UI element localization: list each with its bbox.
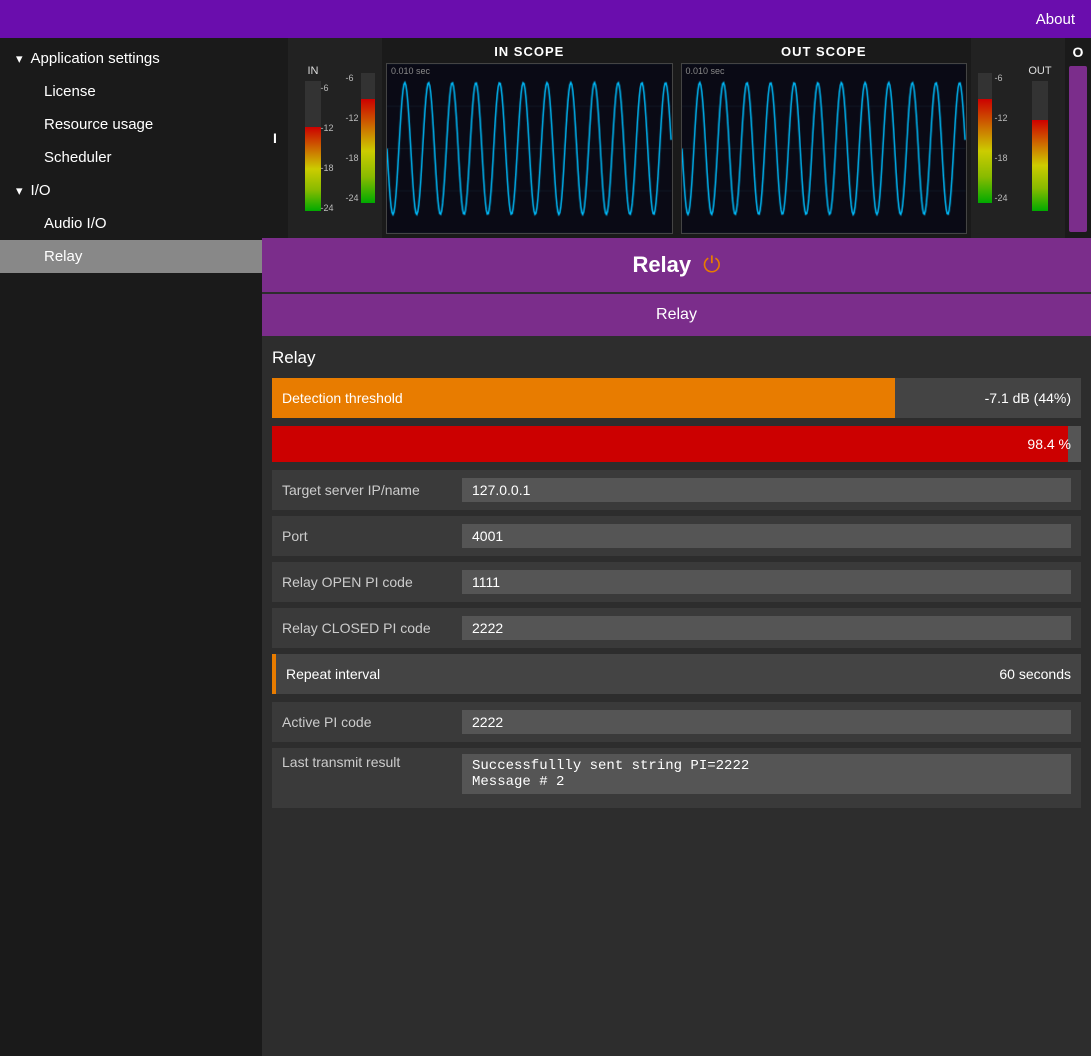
target-server-label: Target server IP/name [282,482,462,498]
out-scope-canvas [682,64,967,233]
detection-threshold-row[interactable]: Detection threshold -7.1 dB (44%) [272,378,1081,418]
sidebar-item-resource-usage[interactable]: Resource usage [0,108,262,141]
relay-closed-pi-value[interactable]: 2222 [462,616,1071,640]
relay-open-pi-value[interactable]: 1111 [462,570,1071,594]
content-area: I IN -6-12-18-24 -6-12-18-24 [262,38,1091,1056]
target-server-row: Target server IP/name 127.0.0.1 [272,470,1081,510]
last-transmit-label: Last transmit result [282,754,462,770]
relay-sub-title: Relay [656,306,697,324]
out-label-section: O [1065,38,1091,238]
in-scope-label: IN SCOPE [386,44,673,59]
sidebar-item-scheduler[interactable]: Scheduler [0,141,262,174]
out-scope-time: 0.010 sec [686,66,725,76]
relay-title: Relay [632,252,691,278]
out-scope-label: OUT SCOPE [681,44,968,59]
power-icon[interactable]: ⏻ [703,252,720,278]
repeat-value: 60 seconds [999,666,1081,682]
chevron-down-icon: ▾ [16,51,23,67]
relay-open-pi-label: Relay OPEN PI code [282,574,462,590]
relay-header: Relay ⏻ [262,238,1091,292]
in-scope-section: IN SCOPE 0.010 sec [382,38,677,238]
in-scope-time: 0.010 sec [391,66,430,76]
level-bar-row: 98.4 % [272,426,1081,462]
out-label: O [1073,44,1084,60]
out-scope-canvas-wrapper: 0.010 sec [681,63,968,234]
repeat-interval-row[interactable]: Repeat interval 60 seconds [272,654,1081,694]
active-pi-value[interactable]: 2222 [462,710,1071,734]
threshold-value: -7.1 dB (44%) [985,390,1081,406]
sidebar-item-io[interactable]: ▾ I/O [0,174,262,207]
port-value[interactable]: 4001 [462,524,1071,548]
port-label: Port [282,528,462,544]
relay-open-pi-row: Relay OPEN PI code 1111 [272,562,1081,602]
repeat-label: Repeat interval [272,666,999,682]
in-channel-label: IN [308,65,319,77]
port-row: Port 4001 [272,516,1081,556]
sidebar-item-relay[interactable]: Relay [0,240,262,273]
last-transmit-value: Successfullly sent string PI=2222 Messag… [462,754,1071,794]
in-label: I [262,38,288,238]
threshold-label: Detection threshold [272,390,985,406]
in-vu-scale: -6-12-18-24 [338,38,382,238]
last-transmit-row: Last transmit result Successfullly sent … [272,748,1081,808]
sidebar-item-label: Scheduler [44,149,112,166]
sidebar-item-license[interactable]: License [0,75,262,108]
out-vu-meter: OUT [1015,38,1065,238]
target-server-value[interactable]: 127.0.0.1 [462,478,1071,502]
relay-sub-header: Relay [262,294,1091,336]
sidebar-item-audio-io[interactable]: Audio I/O [0,207,262,240]
out-scope-section: OUT SCOPE 0.010 sec [677,38,972,238]
sidebar-item-application-settings[interactable]: ▾ Application settings [0,42,262,75]
relay-section: Relay Detection threshold -7.1 dB (44%) … [262,336,1091,1056]
relay-closed-pi-row: Relay CLOSED PI code 2222 [272,608,1081,648]
chevron-down-icon: ▾ [16,183,23,199]
relay-section-title: Relay [272,348,1081,368]
in-scope-canvas [387,64,672,233]
sidebar-item-label: Audio I/O [44,215,107,232]
active-pi-row: Active PI code 2222 [272,702,1081,742]
relay-closed-pi-label: Relay CLOSED PI code [282,620,462,636]
out-purple-bar [1069,66,1087,232]
sidebar: ▾ Application settings License Resource … [0,38,262,1056]
sidebar-item-label: License [44,83,96,100]
in-vu-meter: IN -6-12-18-24 [288,38,338,238]
out-channel-label: OUT [1028,65,1051,77]
sidebar-item-label: Resource usage [44,116,153,133]
sidebar-item-label: I/O [31,182,51,199]
active-pi-label: Active PI code [282,714,462,730]
main-layout: ▾ Application settings License Resource … [0,38,1091,1056]
sidebar-item-label: Relay [44,248,82,265]
scope-bar: I IN -6-12-18-24 -6-12-18-24 [262,38,1091,238]
about-link[interactable]: About [1036,11,1075,28]
top-bar: About [0,0,1091,38]
in-scope-canvas-wrapper: 0.010 sec [386,63,673,234]
sidebar-item-label: Application settings [31,50,160,67]
out-vu-scale: -6-12-18-24 [971,38,1015,238]
level-bar-value: 98.4 % [272,436,1081,452]
